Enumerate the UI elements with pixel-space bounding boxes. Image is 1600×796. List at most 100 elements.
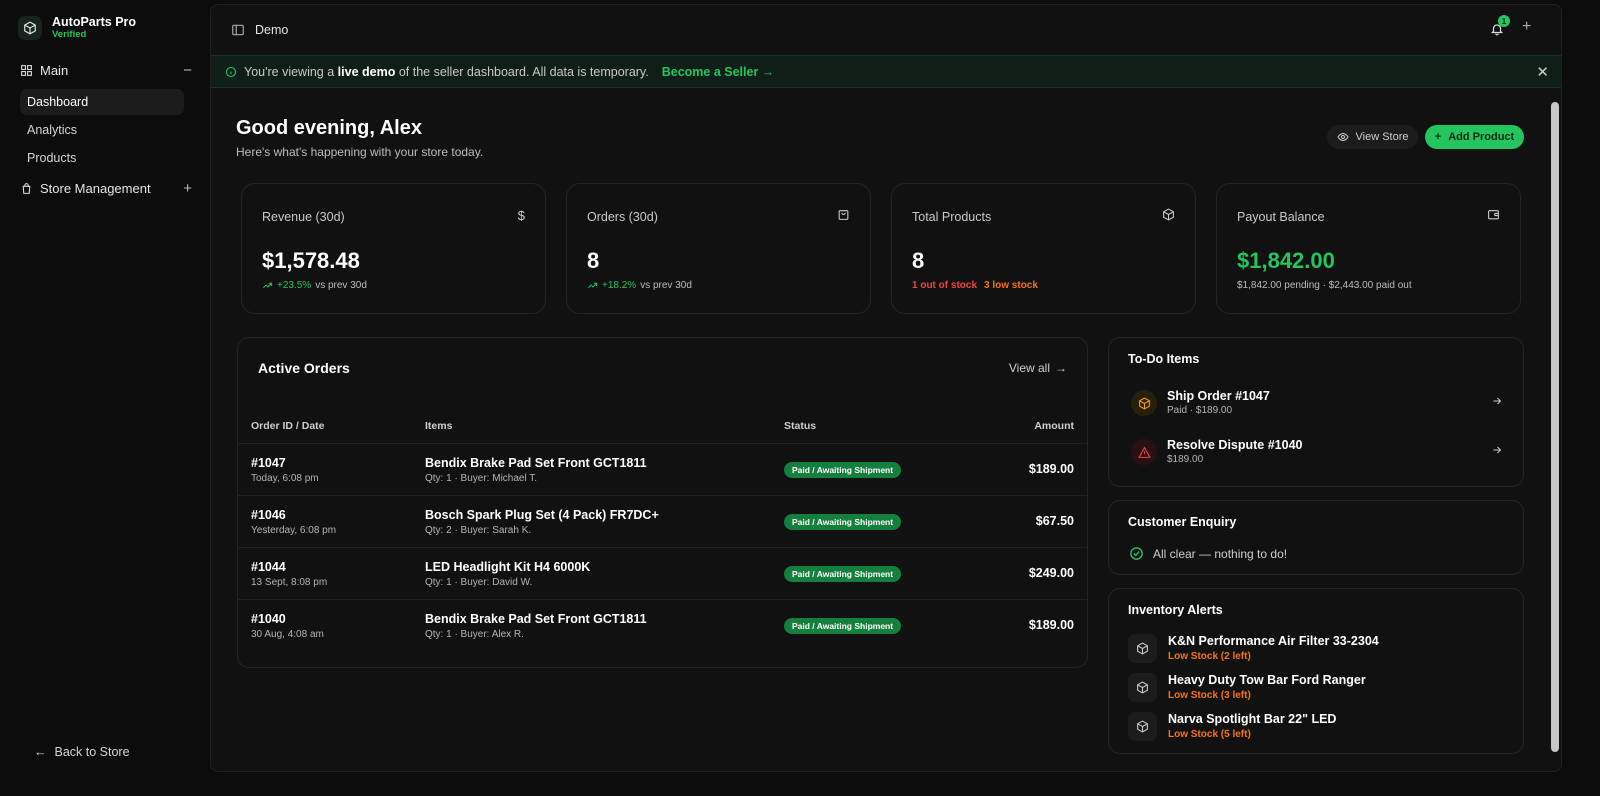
banner-prefix: You're viewing a — [244, 64, 335, 79]
topbar: Demo 1 + — [211, 5, 1561, 55]
become-seller-link[interactable]: Become a Seller → — [662, 65, 775, 79]
status-badge: Paid / Awaiting Shipment — [784, 514, 902, 530]
stat-change: +18.2% vs prev 30d — [587, 280, 692, 291]
nav-group-label: Store Management — [40, 181, 151, 196]
plus-icon[interactable]: + — [1522, 18, 1531, 36]
nav-group-main[interactable]: Main − — [20, 62, 192, 79]
stat-value: 8 — [587, 248, 600, 273]
trending-up-icon — [588, 282, 598, 289]
sidebar-item-products[interactable]: Products — [20, 145, 184, 171]
add-product-button[interactable]: + Add Product — [1425, 125, 1524, 149]
stat-value: $1,842.00 — [1237, 248, 1335, 273]
stat-change: +23.5% vs prev 30d — [262, 280, 367, 291]
order-date: Today, 6:08 pm — [251, 473, 319, 484]
order-amount: $67.50 — [1035, 514, 1074, 528]
back-label: Back to Store — [54, 745, 130, 759]
scrollbar[interactable] — [1549, 88, 1561, 771]
todo-item[interactable]: Resolve Dispute #1040 $189.00 — [1131, 437, 1503, 467]
status-badge: Paid / Awaiting Shipment — [784, 566, 902, 582]
order-amount: $189.00 — [1028, 618, 1074, 632]
sidebar-item-analytics[interactable]: Analytics — [20, 117, 184, 143]
todo-title: Ship Order #1047 — [1167, 389, 1270, 403]
breadcrumb: Demo — [255, 23, 289, 37]
stat-label: Total Products — [912, 210, 992, 224]
status-badge: Paid / Awaiting Shipment — [784, 462, 902, 478]
scrollbar-thumb[interactable] — [1551, 102, 1559, 752]
inventory-stock-status: Low Stock (3 left) — [1168, 690, 1251, 701]
table-row[interactable]: #1040 30 Aug, 4:08 am Bendix Brake Pad S… — [238, 599, 1087, 651]
shopping-bag-icon — [837, 208, 850, 224]
banner-suffix: of the seller dashboard. All data is tem… — [398, 64, 649, 79]
collapse-icon[interactable]: − — [183, 62, 192, 79]
todo-item[interactable]: Ship Order #1047 Paid · $189.00 — [1131, 388, 1503, 418]
order-id: #1046 — [251, 508, 286, 522]
table-row[interactable]: #1046 Yesterday, 6:08 pm Bosch Spark Plu… — [238, 495, 1087, 547]
out-of-stock-count: 1 out of stock — [912, 280, 978, 291]
column-header: Amount — [1034, 420, 1074, 432]
change-note: vs prev 30d — [315, 280, 367, 291]
stat-label: Orders (30d) — [587, 210, 658, 224]
package-icon — [1128, 673, 1157, 702]
low-stock-count: 3 low stock — [984, 280, 1038, 291]
todo-title: Resolve Dispute #1040 — [1167, 438, 1303, 452]
sidebar-toggle-icon[interactable] — [231, 23, 245, 37]
enquiry-status: All clear — nothing to do! — [1129, 546, 1287, 561]
card-title: Customer Enquiry — [1128, 515, 1237, 529]
change-percent: +23.5% — [277, 280, 312, 291]
view-store-button[interactable]: View Store — [1327, 125, 1418, 149]
view-store-label: View Store — [1355, 131, 1409, 143]
main-panel: Demo 1 + You're viewing a live demo of t… — [210, 4, 1562, 772]
stat-value: 8 — [912, 248, 925, 273]
view-all-label: View all — [1008, 361, 1050, 375]
package-icon — [1131, 390, 1157, 416]
package-icon — [1162, 208, 1175, 224]
customer-enquiry-card: Customer Enquiry All clear — nothing to … — [1108, 500, 1524, 575]
table-row[interactable]: #1044 13 Sept, 8:08 pm LED Headlight Kit… — [238, 547, 1087, 599]
arrow-right-icon — [1491, 444, 1503, 459]
trending-up-icon — [263, 282, 273, 289]
banner-bold: live demo — [337, 64, 396, 79]
stat-label: Revenue (30d) — [262, 210, 345, 224]
stock-summary: 1 out of stock 3 low stock — [912, 280, 1038, 291]
card-title: Active Orders — [258, 360, 350, 376]
inventory-stock-status: Low Stock (5 left) — [1168, 729, 1251, 740]
back-to-store-link[interactable]: ← Back to Store — [34, 745, 130, 759]
stat-label: Payout Balance — [1237, 210, 1325, 224]
eye-icon — [1336, 132, 1349, 142]
stat-card-revenue: Revenue (30d) $ $1,578.48 +23.5% vs prev… — [241, 183, 546, 314]
inventory-item[interactable]: Narva Spotlight Bar 22" LED Low Stock (5… — [1128, 711, 1498, 743]
notifications-button[interactable]: 1 — [1490, 15, 1510, 39]
shopping-bag-icon — [22, 183, 31, 194]
view-all-link[interactable]: View all → — [1009, 361, 1067, 375]
order-amount: $249.00 — [1028, 566, 1074, 580]
todo-subtitle: Paid · $189.00 — [1167, 405, 1233, 416]
stat-card-payout: Payout Balance $1,842.00 $1,842.00 pendi… — [1216, 183, 1521, 314]
item-name: LED Headlight Kit H4 6000K — [425, 560, 591, 574]
arrow-left-icon: ← — [34, 745, 47, 759]
inventory-item[interactable]: K&N Performance Air Filter 33-2304 Low S… — [1128, 633, 1498, 665]
check-circle-icon — [1130, 547, 1143, 560]
item-meta: Qty: 1 · Buyer: Michael T. — [425, 473, 538, 484]
brand[interactable]: AutoParts Pro Verified — [18, 15, 136, 40]
alert-triangle-icon — [1131, 439, 1157, 465]
inventory-alerts-card: Inventory Alerts K&N Performance Air Fil… — [1108, 588, 1524, 754]
add-product-label: Add Product — [1448, 131, 1515, 143]
inventory-item[interactable]: Heavy Duty Tow Bar Ford Ranger Low Stock… — [1128, 672, 1498, 704]
card-title: Inventory Alerts — [1128, 603, 1223, 617]
close-icon[interactable]: ✕ — [1536, 63, 1549, 81]
enquiry-message: All clear — nothing to do! — [1153, 546, 1288, 561]
nav-group-store-management[interactable]: Store Management + — [20, 180, 192, 197]
item-meta: Qty: 1 · Buyer: David W. — [425, 577, 533, 588]
table-row[interactable]: #1047 Today, 6:08 pm Bendix Brake Pad Se… — [238, 443, 1087, 495]
item-meta: Qty: 2 · Buyer: Sarah K. — [425, 525, 532, 536]
inventory-item-name: K&N Performance Air Filter 33-2304 — [1168, 634, 1379, 648]
expand-icon[interactable]: + — [183, 180, 192, 197]
item-name: Bosch Spark Plug Set (4 Pack) FR7DC+ — [425, 508, 659, 522]
brand-name: AutoParts Pro — [52, 15, 137, 29]
item-name: Bendix Brake Pad Set Front GCT1811 — [425, 456, 647, 470]
order-date: 13 Sept, 8:08 pm — [251, 577, 328, 588]
sidebar-item-dashboard[interactable]: Dashboard — [20, 89, 184, 115]
page-subtitle: Here's what's happening with your store … — [236, 145, 484, 159]
column-header: Order ID / Date — [251, 420, 325, 432]
info-icon — [225, 66, 237, 77]
